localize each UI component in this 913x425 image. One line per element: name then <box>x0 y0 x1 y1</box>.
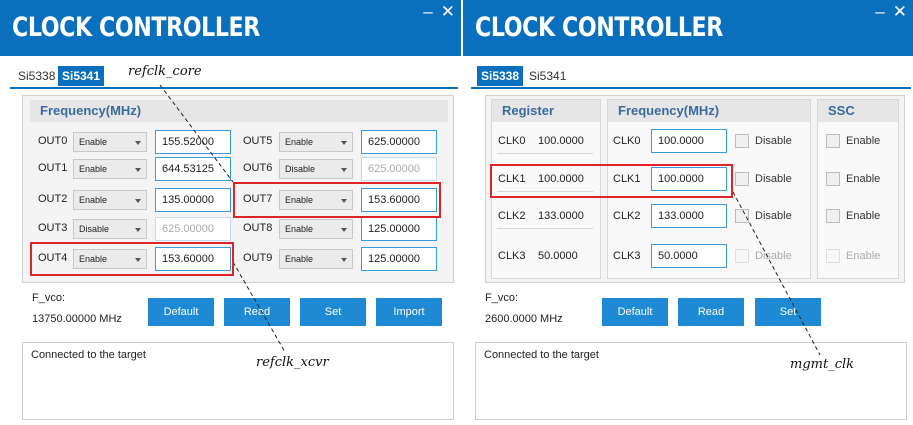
highlight-out7 <box>233 182 441 218</box>
highlight-out4 <box>30 242 234 276</box>
refclk-xcvr-leader <box>232 261 286 353</box>
annotation-refclk-xcvr: refclk_xcvr <box>256 355 329 370</box>
highlight-clk1 <box>490 164 733 198</box>
refclk-core-leader <box>159 84 234 183</box>
annotation-refclk-core: refclk_core <box>128 64 202 79</box>
mgmt-clk-leader <box>732 191 821 356</box>
annotation-mgmt-clk: mgmt_clk <box>790 357 855 372</box>
